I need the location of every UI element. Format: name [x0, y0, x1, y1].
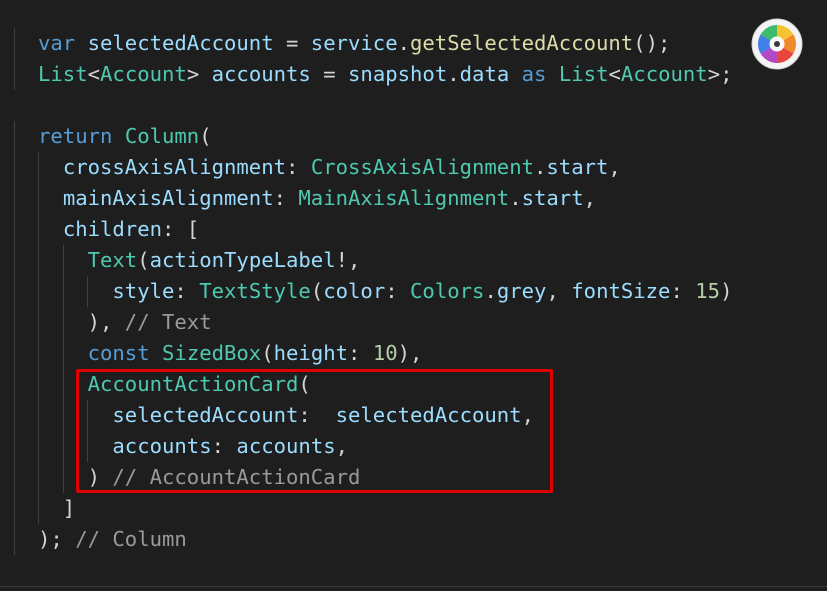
code-token: List — [558, 62, 609, 86]
code-token: < — [608, 62, 621, 86]
code-token: Colors — [410, 279, 485, 303]
code-token: data — [459, 62, 510, 86]
code-token: TextStyle — [199, 279, 311, 303]
code-line: var selectedAccount = service.getSelecte… — [38, 28, 670, 59]
code-token: = — [273, 31, 311, 55]
code-token: : — [348, 341, 373, 365]
code-token: color — [323, 279, 386, 303]
bottom-divider — [0, 586, 827, 587]
code-token: style — [112, 279, 175, 303]
code-token: ( — [310, 279, 324, 303]
code-token: . — [397, 31, 410, 55]
code-token: ( — [137, 248, 150, 272]
code-token: height — [273, 341, 349, 365]
code-line: style: TextStyle(color: Colors.grey, fon… — [38, 276, 733, 307]
code-token: actionTypeLabel — [149, 248, 336, 272]
code-token: MainAxisAlignment — [298, 186, 510, 210]
code-token: ), — [397, 341, 423, 365]
code-token: ), — [38, 310, 125, 334]
highlight-annotation-box — [76, 369, 553, 493]
code-line: mainAxisAlignment: MainAxisAlignment.sta… — [38, 183, 596, 214]
code-token: snapshot — [348, 62, 448, 86]
code-token: ) — [720, 279, 733, 303]
code-token: children — [62, 217, 163, 241]
code-line: Text(actionTypeLabel!, — [38, 245, 361, 276]
code-token: ( — [261, 341, 274, 365]
code-token: // Text — [124, 310, 212, 334]
code-token: : [ — [162, 217, 200, 241]
code-token: (); — [633, 31, 671, 55]
code-token: Column — [124, 124, 200, 148]
code-token: . — [509, 186, 522, 210]
code-token: . — [484, 279, 497, 303]
code-line: return Column( — [38, 121, 212, 152]
code-token: service — [310, 31, 398, 55]
code-token: !, — [335, 248, 361, 272]
code-token: accounts — [211, 62, 311, 86]
code-token: mainAxisAlignment — [62, 186, 274, 210]
code-token: . — [534, 155, 547, 179]
code-token: List — [38, 62, 88, 86]
code-token: Text — [87, 248, 138, 272]
code-token: ); — [38, 527, 76, 551]
indent-guide-block-2 — [14, 121, 15, 555]
code-token: > — [186, 62, 212, 86]
code-token: : — [286, 155, 311, 179]
code-token: Account — [620, 62, 708, 86]
code-editor[interactable]: var selectedAccount = service.getSelecte… — [0, 0, 827, 591]
code-token: fontSize — [571, 279, 671, 303]
code-token: : — [273, 186, 299, 210]
code-token: , — [546, 279, 572, 303]
code-token: 10 — [372, 341, 398, 365]
code-token: = — [310, 62, 349, 86]
code-line: ), // Text — [38, 307, 212, 338]
code-line: crossAxisAlignment: CrossAxisAlignment.s… — [38, 152, 621, 183]
code-token: < — [87, 62, 101, 86]
code-token: 15 — [695, 279, 721, 303]
code-token: var — [38, 31, 76, 55]
code-token: SizedBox — [162, 341, 262, 365]
code-token: as — [521, 62, 547, 86]
code-token: : — [385, 279, 411, 303]
code-token: Account — [100, 62, 187, 86]
code-token: getSelectedAccount — [410, 31, 634, 55]
code-token: : — [174, 279, 200, 303]
code-token: start — [521, 186, 584, 210]
code-line: ); // Column — [38, 524, 187, 555]
code-line: List<Account> accounts = snapshot.data a… — [38, 59, 733, 90]
code-token: const — [87, 341, 150, 365]
code-token: CrossAxisAlignment — [310, 155, 534, 179]
indent-guide-block-1 — [14, 28, 15, 90]
code-line: children: [ — [38, 214, 199, 245]
code-token: : — [670, 279, 696, 303]
code-token: selectedAccount — [87, 31, 274, 55]
code-token: , — [608, 155, 621, 179]
code-token: start — [546, 155, 609, 179]
code-token: grey — [496, 279, 547, 303]
code-token: , — [583, 186, 596, 210]
color-wheel-icon[interactable] — [751, 18, 803, 70]
code-token: return — [38, 124, 113, 148]
code-token: ] — [38, 496, 76, 520]
code-token: >; — [707, 62, 733, 86]
code-token: . — [447, 62, 460, 86]
code-token: crossAxisAlignment — [62, 155, 286, 179]
code-token: ( — [199, 124, 212, 148]
code-line: const SizedBox(height: 10), — [38, 338, 423, 369]
code-line: ] — [38, 493, 75, 524]
code-token: // Column — [75, 527, 187, 551]
